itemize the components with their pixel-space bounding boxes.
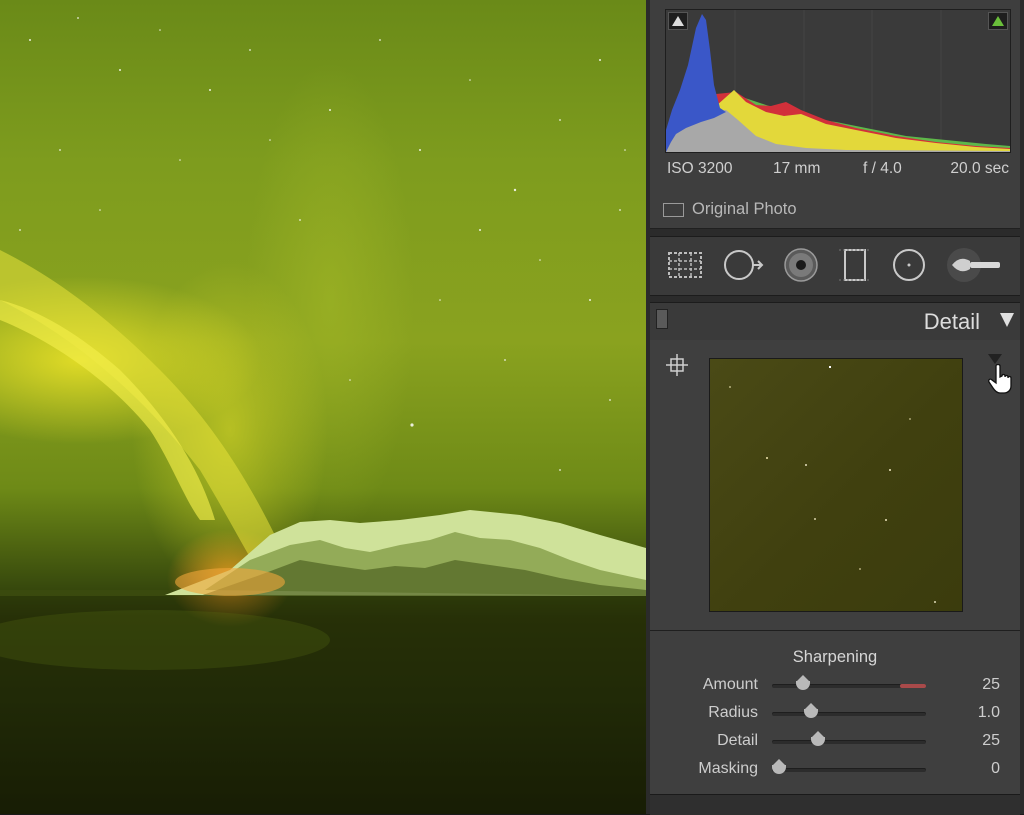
exif-shutter: 20.0 sec xyxy=(950,160,1009,177)
shadow-clipping-icon xyxy=(672,16,684,26)
develop-right-panel: ISO 3200 17 mm f / 4.0 20.0 sec Original… xyxy=(646,0,1024,815)
highlight-clipping-toggle[interactable] xyxy=(988,12,1008,30)
photo-viewer[interactable] xyxy=(0,0,646,814)
exif-info: ISO 3200 17 mm f / 4.0 20.0 sec xyxy=(667,160,1009,180)
radius-slider-thumb[interactable] xyxy=(804,703,819,718)
red-eye-icon xyxy=(784,248,818,282)
hand-cursor-icon xyxy=(988,364,1012,394)
radius-label: Radius xyxy=(708,704,758,721)
amount-label: Amount xyxy=(702,676,758,693)
detail-value[interactable]: 25 xyxy=(982,732,1000,750)
preview-options-icon[interactable] xyxy=(988,354,1002,364)
crop-overlay-icon xyxy=(668,252,702,278)
detail-slider-row: Detail 25 xyxy=(650,730,1020,754)
amount-slider-row: Amount 25 xyxy=(650,674,1020,698)
radial-filter-button[interactable] xyxy=(888,247,930,283)
amount-value[interactable]: 25 xyxy=(982,676,1000,694)
histogram[interactable] xyxy=(665,9,1011,153)
histogram-panel: ISO 3200 17 mm f / 4.0 20.0 sec Original… xyxy=(650,0,1020,229)
adjustment-brush-icon xyxy=(947,248,1000,282)
checkbox-icon[interactable] xyxy=(663,202,684,217)
radius-slider-track[interactable] xyxy=(772,712,926,716)
masking-slider-row: Masking 0 xyxy=(650,758,1020,782)
exif-focal-length: 17 mm xyxy=(773,160,821,177)
panel-switch-toggle[interactable] xyxy=(656,309,668,329)
detail-zoom-preview[interactable] xyxy=(709,358,963,612)
panel-bottom-edge xyxy=(650,794,1020,815)
detail-panel-title: Detail xyxy=(923,309,980,334)
original-photo-toggle[interactable]: Original Photo xyxy=(663,200,797,219)
target-crosshair-icon[interactable] xyxy=(666,354,688,376)
adjustment-brush-button[interactable] xyxy=(946,247,1004,283)
masking-value[interactable]: 0 xyxy=(991,760,1000,778)
detail-slider-track[interactable] xyxy=(772,740,926,744)
masking-slider-thumb[interactable] xyxy=(772,759,786,774)
amount-slider-thumb[interactable] xyxy=(795,675,810,690)
shadow-clipping-toggle[interactable] xyxy=(668,12,688,30)
red-eye-button[interactable] xyxy=(780,247,822,283)
graduated-filter-icon xyxy=(839,249,871,281)
original-photo-label: Original Photo xyxy=(692,200,797,218)
histogram-graph xyxy=(666,10,1010,152)
detail-label: Detail xyxy=(717,732,758,749)
tool-strip xyxy=(650,236,1020,296)
aurora-photo xyxy=(0,17,646,814)
graduated-filter-button[interactable] xyxy=(834,247,876,283)
spot-removal-button[interactable] xyxy=(722,247,764,283)
detail-panel-body: Sharpening Amount 25 Radius 1.0 Detail 2… xyxy=(650,340,1020,794)
radial-filter-icon xyxy=(893,249,925,281)
highlight-clipping-icon xyxy=(992,16,1004,26)
radius-value[interactable]: 1.0 xyxy=(978,704,1000,722)
masking-slider-track[interactable] xyxy=(772,768,926,772)
amount-track-highlight xyxy=(900,684,926,688)
section-divider xyxy=(650,630,1020,631)
exif-iso: ISO 3200 xyxy=(667,160,733,177)
crop-overlay-button[interactable] xyxy=(664,247,706,283)
sharpening-title: Sharpening xyxy=(792,648,878,666)
spot-removal-icon xyxy=(724,250,764,280)
radius-slider-row: Radius 1.0 xyxy=(650,702,1020,726)
masking-label: Masking xyxy=(698,760,758,777)
collapse-triangle-icon[interactable] xyxy=(1000,313,1014,327)
exif-aperture: f / 4.0 xyxy=(863,160,902,177)
detail-slider-thumb[interactable] xyxy=(811,731,826,746)
detail-panel-header[interactable]: Detail xyxy=(650,302,1020,341)
